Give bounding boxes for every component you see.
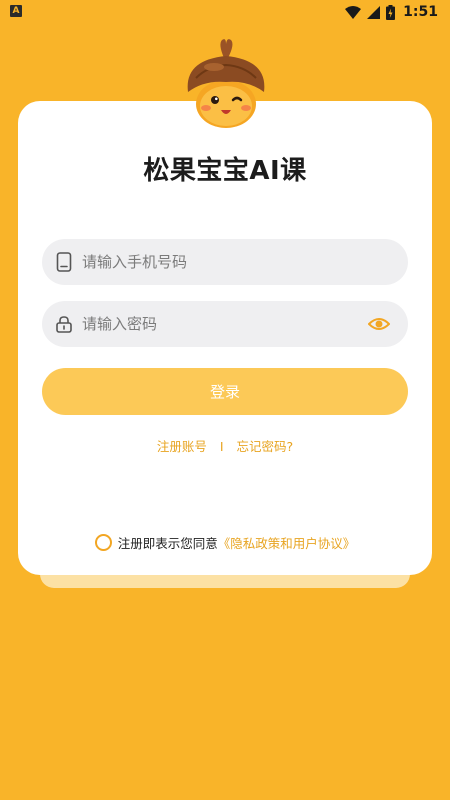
- password-input[interactable]: [82, 315, 342, 333]
- register-link[interactable]: 注册账号: [157, 439, 207, 454]
- wifi-icon: [345, 5, 362, 19]
- status-bar: A 1:51: [0, 0, 450, 24]
- status-icons: 1:51: [345, 3, 438, 21]
- phone-icon: [54, 252, 74, 272]
- account-links: 注册账号 I 忘记密码?: [0, 436, 450, 455]
- forgot-password-link[interactable]: 忘记密码?: [237, 439, 294, 454]
- notification-a-icon: A: [10, 5, 22, 17]
- agreement-radio[interactable]: [94, 534, 112, 551]
- eye-icon[interactable]: [368, 314, 390, 334]
- status-time: 1:51: [403, 4, 438, 20]
- lock-icon: [54, 314, 74, 334]
- app-title: 松果宝宝AI课: [143, 156, 307, 186]
- password-field[interactable]: [42, 301, 408, 347]
- battery-icon: [386, 4, 396, 20]
- phone-field[interactable]: [42, 239, 408, 285]
- signal-icon: [367, 5, 381, 19]
- phone-input[interactable]: [82, 253, 342, 271]
- agreement-row: 注册即表示您同意 《隐私政策和用户协议》: [0, 533, 450, 552]
- login-button[interactable]: 登录: [42, 368, 408, 415]
- link-separator: I: [219, 439, 224, 454]
- agreement-text: 注册即表示您同意: [117, 536, 218, 551]
- privacy-policy-link[interactable]: 《隐私政策和用户协议》: [218, 533, 356, 552]
- pinecone-mascot: [187, 39, 265, 128]
